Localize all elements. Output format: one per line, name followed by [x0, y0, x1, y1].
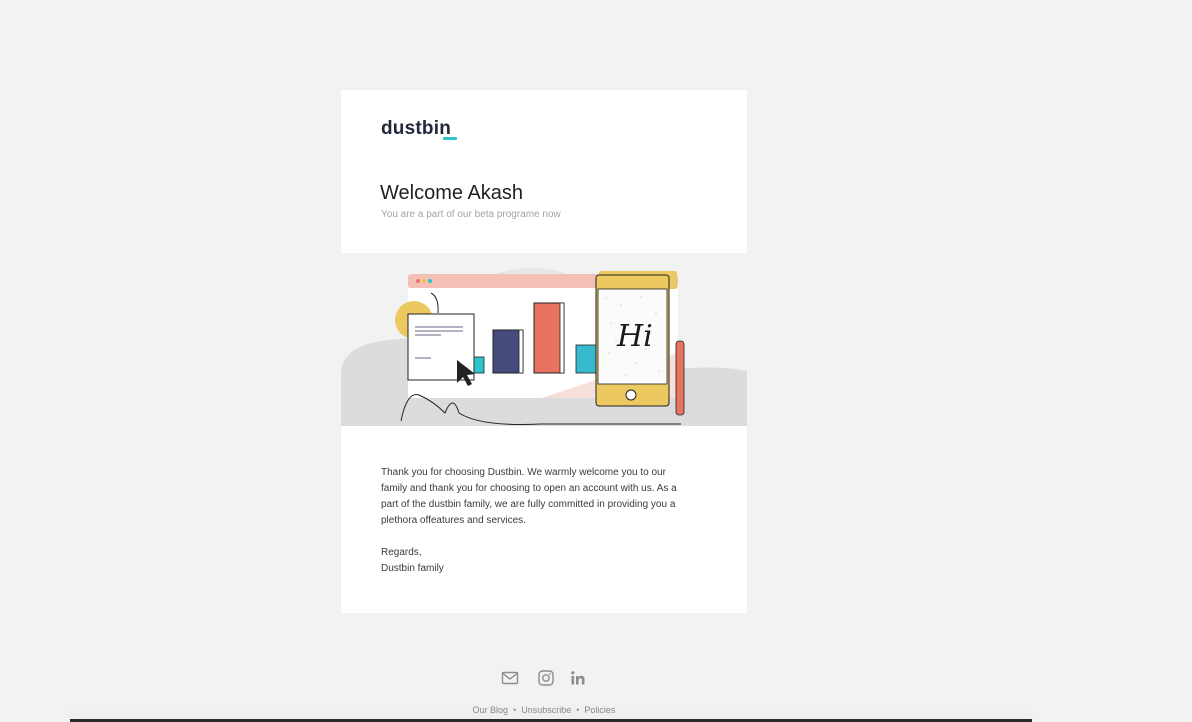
pencil [675, 340, 685, 416]
book-navy-spine [518, 329, 524, 374]
footer-link-blog[interactable]: Our Blog [473, 705, 509, 715]
book-coral [533, 302, 565, 374]
book-navy [492, 329, 524, 374]
dustbin-logo[interactable]: dustbin [381, 118, 451, 140]
instagram-icon[interactable] [537, 669, 555, 687]
phone-home-button [625, 389, 637, 401]
regards-text: Regards, [381, 547, 422, 558]
footer-separator: • [513, 705, 517, 715]
teal-block [473, 356, 485, 374]
email-header-card: dustbin Welcome Akash You are a part of … [341, 90, 747, 253]
email-page: dustbin Welcome Akash You are a part of … [0, 0, 1192, 722]
footer-links: Our Blog • Unsubscribe • Policies [0, 705, 1088, 715]
linkedin-icon[interactable] [569, 669, 587, 687]
footer-link-policies[interactable]: Policies [584, 705, 615, 715]
logo-accent-mark [443, 137, 457, 140]
window-dot-teal [428, 279, 432, 283]
phone-greeting: Hi [617, 319, 653, 354]
signoff-text: Dustbin family [381, 563, 444, 574]
book-coral-spine [559, 302, 565, 374]
mail-icon[interactable] [501, 669, 519, 687]
window-dot-red [416, 279, 420, 283]
hero-illustration: Hi [341, 253, 747, 426]
social-links [500, 669, 590, 687]
window-dot-yellow [422, 279, 426, 283]
welcome-message: Thank you for choosing Dustbin. We warml… [381, 467, 677, 526]
welcome-title: Welcome Akash [380, 182, 524, 204]
footer-separator: • [576, 705, 580, 715]
footer-link-unsubscribe[interactable]: Unsubscribe [521, 705, 571, 715]
email-body-card: Thank you for choosing Dustbin. We warml… [341, 426, 747, 613]
welcome-subtitle: You are a part of our beta programe now [381, 209, 561, 220]
hero-illustration-svg [341, 268, 747, 426]
